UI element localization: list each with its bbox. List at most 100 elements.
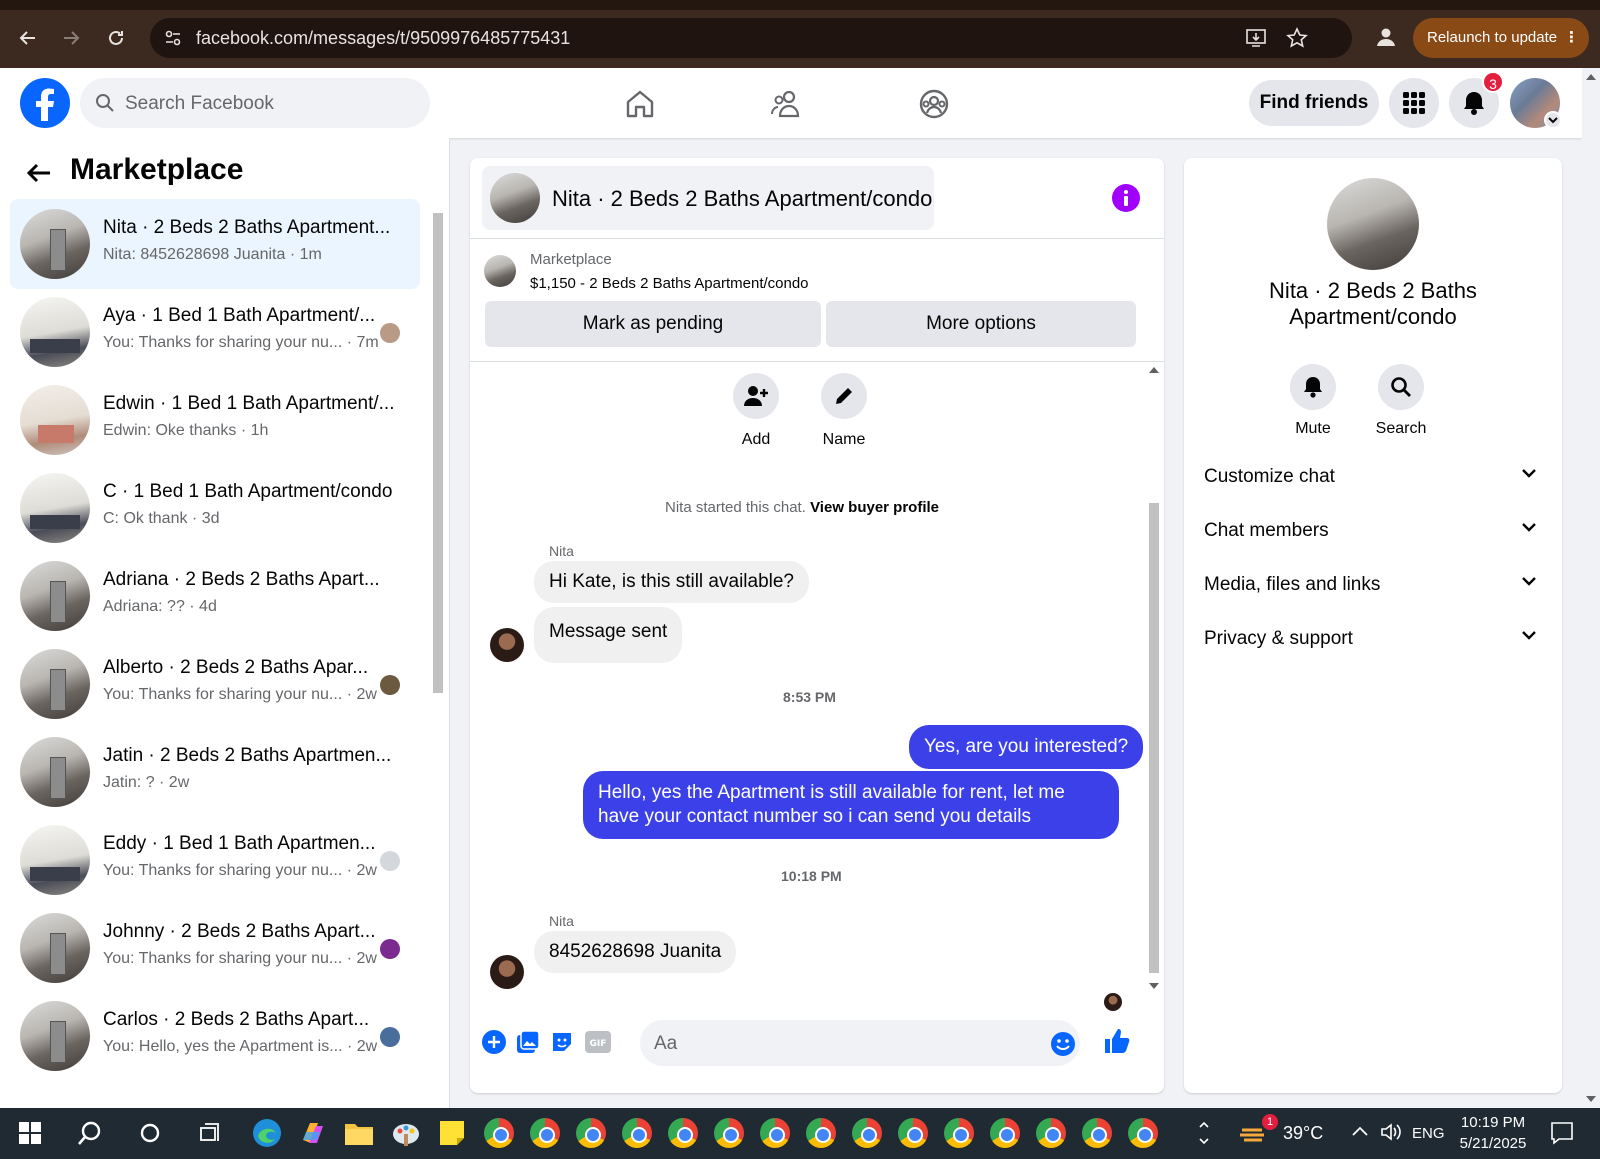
taskbar-overflow-chevron-icon[interactable] [1198,1118,1210,1148]
view-buyer-profile-link[interactable]: View buyer profile [810,499,939,516]
like-thumbs-up-icon[interactable] [1100,1024,1134,1058]
browser-profile-icon[interactable] [1374,25,1398,49]
chrome-app-icon[interactable] [574,1116,608,1150]
notification-center-icon[interactable] [1550,1121,1574,1145]
show-hidden-icons-chevron-icon[interactable] [1351,1125,1369,1137]
groups-icon[interactable] [914,84,954,124]
find-friends-button[interactable]: Find friends [1249,80,1379,126]
scrollbar-thumb[interactable] [433,213,443,693]
mute-button[interactable]: Mute [1273,364,1353,438]
url-text[interactable]: facebook.com/messages/t/9509976485775431 [196,28,570,49]
chrome-app-icon[interactable] [988,1116,1022,1150]
chrome-app-icon[interactable] [1034,1116,1068,1150]
conversation-item[interactable]: Alberto · 2 Beds 2 Baths Apar... You: Th… [10,639,420,729]
photo-icon[interactable] [514,1028,542,1056]
outgoing-message[interactable]: Hello, yes the Apartment is still availa… [583,771,1119,839]
sticky-notes-icon[interactable] [435,1116,469,1150]
more-options-button[interactable]: More options [826,301,1136,347]
scroll-up-arrow-icon[interactable] [1149,367,1159,373]
mark-as-pending-button[interactable]: Mark as pending [485,301,821,347]
windows-start-icon[interactable] [13,1116,47,1150]
search-input[interactable]: Search Facebook [80,78,430,128]
conversation-item[interactable]: Aya · 1 Bed 1 Bath Apartment/... You: Th… [10,287,420,377]
emoji-icon[interactable] [1050,1031,1076,1057]
back-icon[interactable] [14,24,42,52]
edge-browser-icon[interactable] [250,1116,284,1150]
chrome-app-icon[interactable] [804,1116,838,1150]
conversation-item[interactable]: Eddy · 1 Bed 1 Bath Apartmen... You: Tha… [10,815,420,905]
friends-icon[interactable] [767,84,807,124]
conversation-item[interactable]: C · 1 Bed 1 Bath Apartment/condo C: Ok t… [10,463,420,553]
cortana-icon[interactable] [133,1116,167,1150]
sender-avatar[interactable] [490,628,524,662]
chrome-app-icon[interactable] [758,1116,792,1150]
chrome-app-icon[interactable] [712,1116,746,1150]
site-info-icon[interactable] [164,29,182,47]
facebook-logo-icon[interactable] [20,78,70,128]
search-icon[interactable] [73,1116,107,1150]
volume-icon[interactable] [1380,1122,1402,1142]
incoming-message[interactable]: Hi Kate, is this still available? [534,561,809,603]
info-icon[interactable] [1112,184,1140,212]
chat-header-button[interactable]: Nita · 2 Beds 2 Baths Apartment/condo [482,166,934,230]
back-arrow-icon[interactable] [24,158,54,188]
incoming-message[interactable]: 8452628698 Juanita [534,931,737,973]
chrome-app-icon[interactable] [666,1116,700,1150]
plus-circle-icon[interactable] [480,1028,508,1056]
chat-scrollbar[interactable] [1146,363,1162,993]
forward-icon[interactable] [57,24,85,52]
chat-members-section[interactable]: Chat members [1204,510,1544,550]
home-icon[interactable] [620,84,660,124]
reload-icon[interactable] [102,24,130,52]
menu-grid-icon[interactable] [1389,78,1439,128]
bookmark-star-icon[interactable] [1286,27,1308,49]
gif-icon[interactable]: GIF [584,1028,612,1056]
name-chat-button[interactable]: Name [799,373,889,449]
sender-avatar[interactable] [490,955,524,989]
conversation-item[interactable]: Jatin · 2 Beds 2 Baths Apartmen... Jatin… [10,727,420,817]
chrome-app-icon[interactable] [896,1116,930,1150]
add-people-button[interactable]: Add [711,373,801,449]
outgoing-message[interactable]: Yes, are you interested? [909,725,1144,769]
listing-price[interactable]: $1,150 - 2 Beds 2 Baths Apartment/condo [530,275,809,292]
sticker-icon[interactable] [548,1028,576,1056]
conversation-item[interactable]: Johnny · 2 Beds 2 Baths Apart... You: Th… [10,903,420,993]
file-explorer-icon[interactable] [342,1116,376,1150]
conversation-item[interactable]: Carlos · 2 Beds 2 Baths Apart... You: He… [10,991,420,1081]
listing-thumbnail [20,209,90,279]
clock-time[interactable]: 10:19 PM [1458,1114,1528,1131]
install-app-icon[interactable] [1245,28,1267,48]
scrollbar-thumb[interactable] [1149,503,1159,973]
scroll-down-arrow-icon[interactable] [1149,983,1159,989]
media-files-links-section[interactable]: Media, files and links [1204,564,1544,604]
scroll-up-arrow-icon[interactable] [1586,74,1596,80]
address-bar[interactable]: facebook.com/messages/t/9509976485775431 [150,18,1352,58]
chrome-app-icon[interactable] [942,1116,976,1150]
scroll-down-arrow-icon[interactable] [1586,1096,1596,1102]
page-scrollbar[interactable] [1582,68,1600,1108]
chrome-app-icon[interactable] [482,1116,516,1150]
chrome-app-icon[interactable] [528,1116,562,1150]
chrome-app-icon[interactable] [620,1116,654,1150]
input-language[interactable]: ENG [1412,1125,1445,1142]
conversation-item[interactable]: Nita · 2 Beds 2 Baths Apartment... Nita:… [10,199,420,289]
chrome-app-icon[interactable] [1126,1116,1160,1150]
message-input[interactable]: Aa [640,1020,1080,1066]
paint-icon[interactable] [389,1116,423,1150]
conversation-item[interactable]: Adriana · 2 Beds 2 Baths Apart... Adrian… [10,551,420,641]
conversation-item[interactable]: Edwin · 1 Bed 1 Bath Apartment/... Edwin… [10,375,420,465]
clock-date[interactable]: 5/21/2025 [1456,1135,1530,1152]
copilot-icon[interactable] [296,1116,330,1150]
relaunch-button[interactable]: Relaunch to update ⋮ [1413,18,1589,58]
privacy-support-section[interactable]: Privacy & support [1204,618,1544,658]
message-list: Add Name Nita started this chat. View bu… [470,363,1164,1011]
search-in-chat-button[interactable]: Search [1361,364,1441,438]
chrome-app-icon[interactable] [850,1116,884,1150]
temperature[interactable]: 39°C [1283,1123,1323,1144]
customize-chat-section[interactable]: Customize chat [1204,456,1544,496]
task-view-icon[interactable] [193,1116,227,1150]
incoming-message[interactable]: Message sent [534,607,683,663]
sidebar-scrollbar[interactable] [430,198,446,1098]
chevron-down-icon[interactable] [1544,111,1562,129]
chrome-app-icon[interactable] [1080,1116,1114,1150]
